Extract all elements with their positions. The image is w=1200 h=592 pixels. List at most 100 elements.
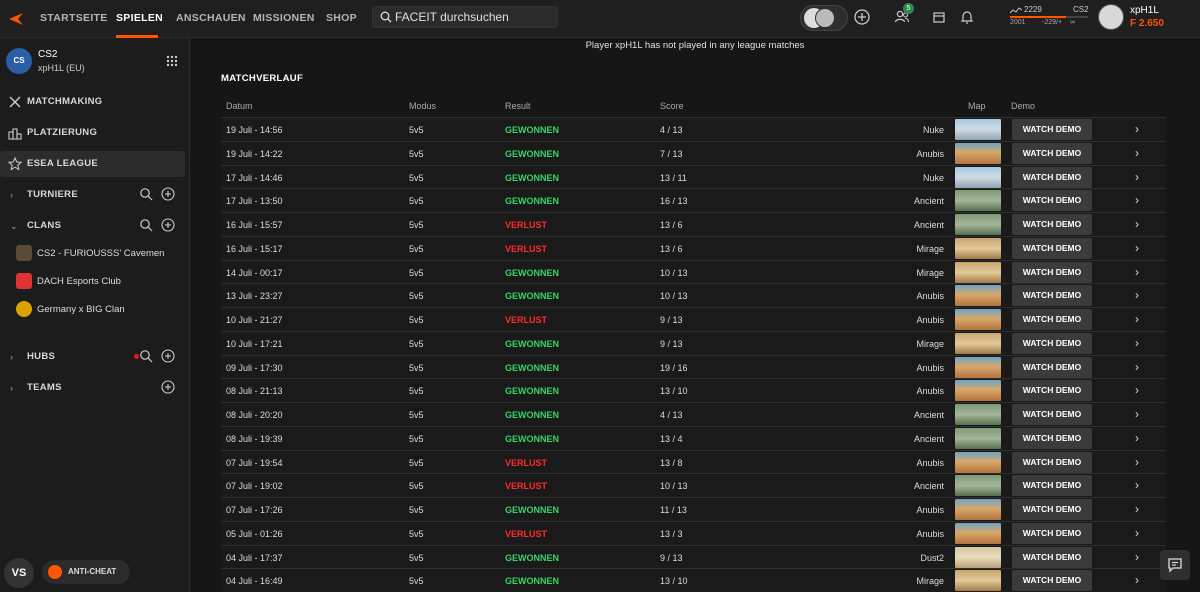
chevron-right-icon[interactable]: › [1135,431,1145,445]
nav-item-missionen[interactable]: MISSIONEN [253,12,315,24]
watch-demo-button[interactable]: WATCH DEMO [1012,214,1092,235]
watch-demo-button[interactable]: WATCH DEMO [1012,522,1092,544]
chevron-right-icon[interactable]: › [1135,146,1145,160]
watch-demo-button[interactable]: WATCH DEMO [1012,475,1092,497]
nav-item-anschauen[interactable]: ANSCHAUEN [176,12,246,24]
watch-demo-button[interactable]: WATCH DEMO [1012,261,1092,283]
party-slot[interactable] [800,5,848,31]
table-row[interactable]: 08 Juli - 19:39 5v5 GEWONNEN 13 / 4 Ancient W… [221,426,1166,451]
search-icon[interactable] [139,349,153,363]
chevron-right-icon[interactable]: › [1135,360,1145,374]
nav-item-shop[interactable]: SHOP [326,12,357,24]
chevron-right-icon[interactable]: › [1135,550,1145,564]
chevron-right-icon[interactable]: › [1135,336,1145,350]
chat-button[interactable] [1160,550,1190,580]
faceit-logo-icon[interactable] [8,11,24,27]
watch-demo-button[interactable]: WATCH DEMO [1012,404,1092,425]
sidebar-section-turniere[interactable]: › TURNIERE [0,182,185,208]
table-row[interactable]: 09 Juli - 17:30 5v5 GEWONNEN 19 / 16 Anubis W… [221,355,1166,380]
watch-demo-button[interactable]: WATCH DEMO [1012,380,1092,402]
chevron-right-icon[interactable]: › [1135,383,1145,397]
chevron-right-icon[interactable]: › [1135,122,1145,136]
table-row[interactable]: 17 Juli - 13:50 5v5 GEWONNEN 16 / 13 Ancient… [221,189,1166,213]
table-row[interactable]: 10 Juli - 21:27 5v5 VERLUST 9 / 13 Anubis WAT… [221,308,1166,332]
table-row[interactable]: 08 Juli - 20:20 5v5 GEWONNEN 4 / 13 Ancient W… [221,403,1166,427]
table-row[interactable]: 05 Juli - 01:26 5v5 VERLUST 13 / 3 Anubis WAT… [221,521,1166,546]
search-box[interactable] [372,6,558,28]
add-icon[interactable] [161,349,175,363]
sidebar-item-matchmaking[interactable]: MATCHMAKING [0,89,185,115]
sidebar-section-teams[interactable]: › TEAMS [0,375,185,401]
sidebar-item-esea-league[interactable]: ESEA LEAGUE [0,151,185,177]
watch-demo-button[interactable]: WATCH DEMO [1012,427,1092,449]
chevron-right-icon[interactable]: › [1135,288,1145,302]
table-row[interactable]: 14 Juli - 00:17 5v5 GEWONNEN 10 / 13 Mirage W… [221,260,1166,285]
table-row[interactable]: 16 Juli - 15:17 5v5 VERLUST 13 / 6 Mirage WAT… [221,236,1166,261]
add-icon[interactable] [161,218,175,232]
anti-cheat-button[interactable]: ANTI-CHEAT [42,560,130,584]
chevron-right-icon[interactable]: › [1135,478,1145,492]
sidebar-item-platzierung[interactable]: PLATZIERUNG [0,120,185,146]
table-row[interactable]: 19 Juli - 14:22 5v5 GEWONNEN 7 / 13 Anubis WA… [221,141,1166,166]
search-icon[interactable] [139,187,153,201]
watch-demo-button[interactable]: WATCH DEMO [1012,332,1092,354]
versus-button[interactable]: VS [4,558,34,588]
chevron-right-icon[interactable]: › [1135,573,1145,587]
chevron-right-icon[interactable]: › [1135,170,1145,184]
map-thumbnail [955,499,1001,520]
search-icon[interactable] [139,218,153,232]
table-row[interactable]: 07 Juli - 19:02 5v5 VERLUST 10 / 13 Ancient W… [221,474,1166,498]
notification-bell-icon[interactable] [958,8,976,26]
sidebar-section-hubs[interactable]: › HUBS [0,344,185,370]
chevron-right-icon[interactable]: › [1135,241,1145,255]
table-row[interactable]: 04 Juli - 17:37 5v5 GEWONNEN 9 / 13 Dust2 WAT… [221,545,1166,570]
watch-demo-button[interactable]: WATCH DEMO [1012,119,1092,140]
watch-demo-button[interactable]: WATCH DEMO [1012,285,1092,307]
chevron-right-icon[interactable]: › [1135,217,1145,231]
chevron-right-icon[interactable]: › [1135,265,1145,279]
grid-menu-icon[interactable] [166,55,178,67]
chevron-right-icon[interactable]: › [1135,193,1145,207]
match-score: 13 / 6 [660,220,683,230]
search-input[interactable] [395,10,555,24]
watch-demo-button[interactable]: WATCH DEMO [1012,237,1092,259]
table-row[interactable]: 07 Juli - 19:54 5v5 VERLUST 13 / 8 Anubis WAT… [221,450,1166,475]
user-avatar[interactable] [1098,4,1124,30]
table-row[interactable]: 08 Juli - 21:13 5v5 GEWONNEN 13 / 10 Anubis W… [221,379,1166,403]
add-icon[interactable] [161,380,175,394]
table-row[interactable]: 19 Juli - 14:56 5v5 GEWONNEN 4 / 13 Nuke WATC… [221,118,1166,142]
clan-item[interactable]: CS2 - FURIOUSSS' Cavemen [0,242,185,266]
add-party-icon[interactable] [853,8,871,26]
sidebar-section-clans[interactable]: ⌄ CLANS [0,213,185,239]
elo-widget[interactable]: 2229 CS2 2001 -229/+ ∞ [1010,5,1089,29]
chevron-right-icon[interactable]: › [1135,407,1145,421]
match-date: 10 Juli - 17:21 [226,338,283,349]
chevron-right-icon[interactable]: › [1135,312,1145,326]
game-logo[interactable]: CS [6,48,32,74]
clan-item[interactable]: Germany x BIG Clan [0,298,185,322]
table-row[interactable]: 04 Juli - 16:49 5v5 GEWONNEN 13 / 10 Mirage W… [221,569,1166,592]
nav-item-spielen[interactable]: SPIELEN [116,12,163,24]
watch-demo-button[interactable]: WATCH DEMO [1012,451,1092,473]
calendar-icon[interactable] [930,8,948,26]
add-icon[interactable] [161,187,175,201]
table-row[interactable]: 10 Juli - 17:21 5v5 GEWONNEN 9 / 13 Mirage WA… [221,331,1166,356]
table-row[interactable]: 07 Juli - 17:26 5v5 GEWONNEN 11 / 13 Anubis W… [221,498,1166,522]
watch-demo-button[interactable]: WATCH DEMO [1012,166,1092,188]
nav-item-startseite[interactable]: STARTSEITE [40,12,108,24]
table-row[interactable]: 13 Juli - 23:27 5v5 GEWONNEN 10 / 13 Anubis W… [221,284,1166,308]
watch-demo-button[interactable]: WATCH DEMO [1012,499,1092,520]
watch-demo-button[interactable]: WATCH DEMO [1012,309,1092,330]
clan-item[interactable]: DACH Esports Club [0,270,185,294]
chevron-right-icon[interactable]: › [1135,502,1145,516]
user-name[interactable]: xpH1L [1130,5,1159,16]
watch-demo-button[interactable]: WATCH DEMO [1012,570,1092,592]
chevron-right-icon[interactable]: › [1135,526,1145,540]
watch-demo-button[interactable]: WATCH DEMO [1012,546,1092,568]
watch-demo-button[interactable]: WATCH DEMO [1012,190,1092,212]
table-row[interactable]: 16 Juli - 15:57 5v5 VERLUST 13 / 6 Ancient WA… [221,213,1166,237]
chevron-right-icon[interactable]: › [1135,455,1145,469]
table-row[interactable]: 17 Juli - 14:46 5v5 GEWONNEN 13 / 11 Nuke WAT… [221,165,1166,190]
watch-demo-button[interactable]: WATCH DEMO [1012,356,1092,378]
watch-demo-button[interactable]: WATCH DEMO [1012,142,1092,164]
